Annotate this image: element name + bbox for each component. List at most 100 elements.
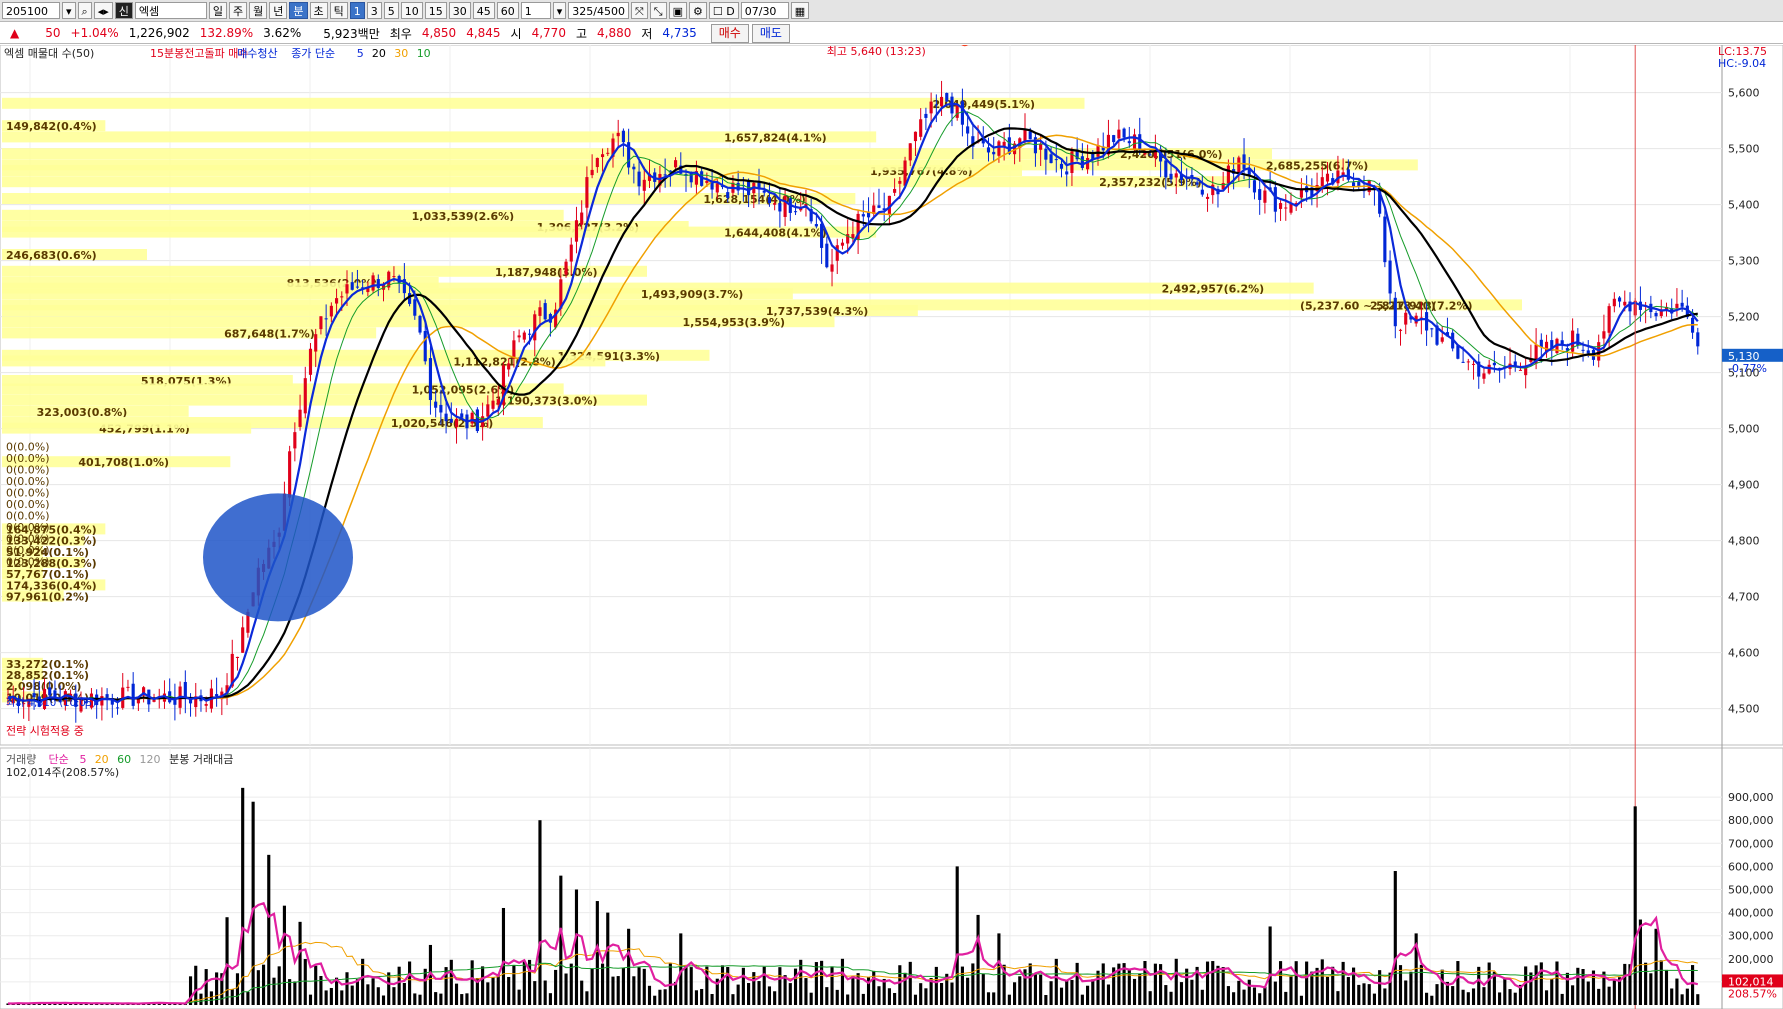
prev-next-icon[interactable]: ◂▸ [93, 2, 113, 19]
interval-10[interactable]: 10 [400, 2, 423, 19]
candle-body [538, 307, 542, 316]
volume-bar [1310, 971, 1314, 1005]
volume-bar [554, 969, 558, 1005]
volume-bar [788, 983, 792, 1005]
volume-tick-label: 500,000 [1728, 884, 1774, 897]
volume-bar [241, 787, 245, 1005]
volume-bar [361, 958, 365, 1005]
interval-3[interactable]: 3 [366, 2, 382, 19]
volume-bar [1268, 926, 1272, 1005]
candle-body [1612, 298, 1616, 307]
volume-bar [512, 965, 516, 1005]
low-annotation: 최저 4,510 (10:05) [6, 697, 96, 709]
open-label: 시 [510, 26, 522, 41]
candle-body [574, 220, 579, 242]
gear-icon[interactable]: ⚙ [689, 2, 707, 19]
legend-simple: 단순 [49, 753, 69, 766]
legend-vma20: 20 [95, 753, 109, 766]
candle-body [1023, 129, 1027, 142]
interval-60[interactable]: 60 [496, 2, 519, 19]
candle-body [726, 192, 730, 198]
code-dropdown-icon[interactable]: ▾ [62, 2, 76, 19]
volume-bar [439, 993, 443, 1005]
volume-bar [1576, 967, 1580, 1005]
period-tick[interactable]: 틱 [329, 2, 348, 19]
current-volume-pct: 208.57% [1728, 987, 1777, 1000]
volume-bar [1477, 966, 1481, 1005]
volume-bar [381, 995, 386, 1005]
candle-body [1122, 128, 1126, 138]
candle-body [767, 197, 772, 204]
candle-body [241, 627, 245, 653]
volume-bar [1539, 962, 1543, 1005]
volume-bar [1325, 976, 1330, 1005]
volume-bar [1039, 974, 1043, 1005]
candle-body [100, 696, 104, 706]
interval-30[interactable]: 30 [448, 2, 471, 19]
select-dropdown-icon[interactable]: ▾ [552, 2, 567, 19]
d-checkbox[interactable]: ☐ D [708, 2, 739, 19]
zoom-icon[interactable]: ⤧ [630, 2, 648, 19]
interval-select[interactable]: 1 [520, 2, 551, 19]
period-day[interactable]: 일 [208, 2, 227, 19]
period-minute[interactable]: 분 [289, 2, 308, 19]
quote-bar: ▲ 50 +1.04% 1,226,902 132.89% 3.62% 5,92… [0, 23, 1783, 44]
candle-body [491, 400, 495, 409]
interval-5[interactable]: 5 [383, 2, 399, 19]
period-second[interactable]: 초 [309, 2, 328, 19]
volume-bar [507, 976, 511, 1005]
candle-body [517, 335, 521, 338]
volume-bar [371, 978, 375, 1005]
sell-button[interactable]: 매도 [751, 23, 790, 43]
candle-body [1127, 141, 1131, 144]
save-icon[interactable]: ▣ [668, 2, 688, 19]
volume-bar [235, 973, 240, 1005]
candle-body [966, 126, 970, 134]
stock-name-field[interactable]: 엑셈 [134, 2, 207, 19]
candle-body [783, 195, 787, 217]
candle-body [298, 409, 302, 427]
period-year[interactable]: 년 [269, 2, 288, 19]
interval-15[interactable]: 15 [424, 2, 447, 19]
volume-bar [1153, 963, 1157, 1005]
candle-body [1518, 369, 1523, 371]
candle-body [527, 333, 532, 335]
calendar-icon[interactable]: ▦ [790, 2, 810, 19]
candle-body [32, 693, 36, 698]
volume-bar [1565, 972, 1569, 1005]
volume-profile-label: 401,708(1.0%) [78, 456, 169, 469]
candle-body [1471, 363, 1476, 365]
range-field[interactable]: 325/4500 [568, 2, 629, 19]
stock-code-input[interactable]: 205100 [2, 2, 60, 19]
candle-body [992, 151, 996, 155]
candle-body [939, 96, 944, 107]
change-arrow-icon: ▲ [10, 26, 20, 40]
candle-body [371, 275, 375, 291]
volume-profile-label: 1,644,408(4.1%) [724, 227, 827, 240]
candle-body [293, 432, 297, 449]
volume-profile-label: 323,003(0.8%) [37, 406, 128, 419]
interval-1[interactable]: 1 [349, 2, 365, 19]
period-week[interactable]: 주 [229, 2, 248, 19]
candle-body [1028, 131, 1032, 140]
volume-bar [1357, 984, 1361, 1005]
candle-body [564, 261, 568, 275]
interval-45[interactable]: 45 [472, 2, 495, 19]
volume-bar [1242, 989, 1246, 1005]
high-price: 4,880 [597, 26, 632, 40]
candle-body [1607, 306, 1611, 333]
date-field[interactable]: 07/30 [740, 2, 789, 19]
candle-body [1383, 216, 1387, 263]
candle-body [314, 334, 318, 352]
volume-bar [1211, 961, 1215, 1005]
volume-bar [1070, 979, 1074, 1005]
candle-body [1059, 163, 1064, 169]
candle-body [814, 224, 818, 227]
d-label: D [726, 5, 735, 18]
buy-button[interactable]: 매수 [710, 23, 749, 43]
candle-body [345, 284, 349, 294]
best-price: 4,850 [421, 26, 457, 40]
period-month[interactable]: 월 [249, 2, 268, 19]
tool-icon[interactable]: ⤡ [649, 2, 667, 19]
search-icon[interactable]: ⌕ [77, 2, 92, 19]
